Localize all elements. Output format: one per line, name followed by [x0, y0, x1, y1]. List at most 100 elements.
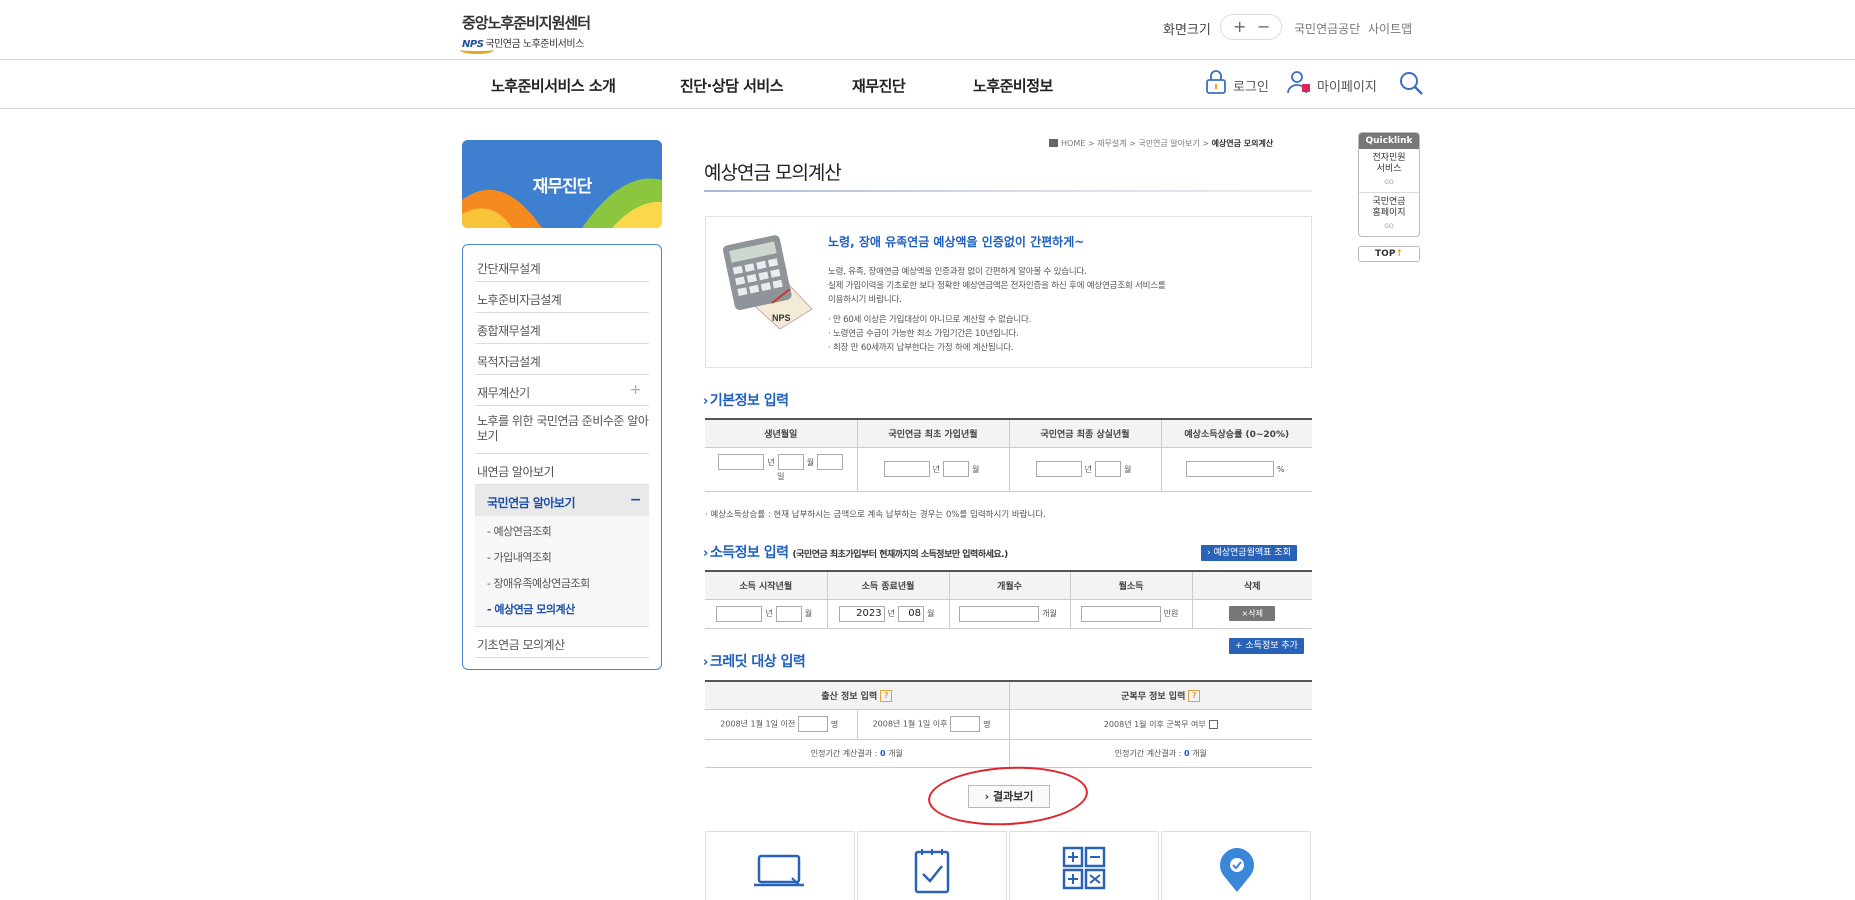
help-icon[interactable]: ?: [880, 690, 893, 702]
sitemap-link[interactable]: 사이트맵: [1368, 20, 1412, 37]
search-icon[interactable]: [1398, 70, 1424, 96]
checklist-icon: [914, 849, 950, 894]
income-start-month-input[interactable]: [775, 605, 802, 622]
lnb-item-retirement-fund[interactable]: 노후준비자금설계: [475, 282, 649, 313]
svg-text:NPS: NPS: [772, 313, 791, 323]
table-row: 년월 2023 년 08 월 개월 만원 ×삭제: [705, 598, 1312, 629]
last-loss-month-input[interactable]: [1095, 461, 1121, 477]
arrow-up-icon: ↑: [1395, 249, 1403, 259]
nps-link[interactable]: 국민연금공단: [1294, 20, 1360, 37]
basic-info-table: 생년월일 국민연금 최초 가입년월 국민연금 최종 상실년월 예상소득상승률 (…: [705, 418, 1312, 492]
monitor-icon: [754, 854, 804, 887]
quicklink-nps-home[interactable]: 국민연금 홈페이지 GO: [1359, 193, 1419, 236]
lnb-sub-disability-survivor[interactable]: - 장애유족예상연금조회: [487, 572, 649, 598]
left-nav: 간단재무설계 노후준비자금설계 종합재무설계 목적자금설계 재무계산기 + 노후를…: [462, 244, 662, 670]
th-first-join: 국민연금 최초 가입년월: [856, 419, 1010, 448]
intro-heading: 노령, 장애 유족연금 예상액을 인증없이 간편하게~: [828, 235, 1085, 249]
delete-row-button[interactable]: ×삭제: [1229, 606, 1276, 621]
lnb-sub-expected-pension[interactable]: - 예상연금조회: [487, 520, 649, 546]
lnb-item-pension-readiness[interactable]: 노후를 위한 국민연금 준비수준 알아보기: [475, 406, 649, 454]
breadcrumb: HOME > 재무설계 > 국민연금 알아보기 > 예상연금 모의계산: [1049, 138, 1273, 149]
global-nav: 노후준비서비스 소개 진단·상담 서비스 재무진단 노후준비정보 로그인 마이페…: [0, 61, 1855, 109]
calculator-icon: NPS: [722, 235, 813, 330]
card-location[interactable]: [1161, 831, 1311, 900]
lnb-item-my-pension[interactable]: 내연금 알아보기: [475, 454, 649, 485]
lnb-title: 재무진단: [532, 177, 593, 197]
chevron-right-icon: ›: [703, 655, 708, 670]
lnb-item-purpose-fund[interactable]: 목적자금설계: [475, 344, 649, 375]
th-income-start: 소득 시작년월: [705, 571, 828, 600]
zoom-control: + −: [1220, 14, 1282, 40]
lnb-sub-subscription-history[interactable]: - 가입내역조회: [487, 546, 649, 572]
th-monthly-income: 월소득: [1069, 571, 1193, 600]
location-pin-icon: [1220, 848, 1254, 892]
home-icon: [1049, 139, 1058, 147]
zoom-out-button[interactable]: −: [1257, 17, 1270, 37]
gnb-service-intro[interactable]: 노후준비서비스 소개: [491, 75, 616, 96]
birth-year-input[interactable]: [718, 454, 765, 470]
months-input[interactable]: [959, 605, 1040, 622]
mypage-link[interactable]: 마이페이지: [1317, 76, 1377, 95]
help-icon[interactable]: ?: [1188, 690, 1201, 702]
income-end-year-input[interactable]: 2023: [838, 605, 885, 622]
th-months: 개월수: [948, 571, 1071, 600]
th-military-credit: 군복무 정보 입력?: [1008, 681, 1313, 710]
lnb-submenu: - 예상연금조회 - 가입내역조회 - 장애유족예상연금조회 - 예상연금 모의…: [475, 516, 649, 627]
pension-table-button[interactable]: › 예상연금월액표 조회: [1201, 545, 1297, 561]
income-section-note: (국민연금 최초가입부터 현재까지의 소득정보만 입력하세요.): [792, 550, 1009, 560]
top-button[interactable]: TOP↑: [1358, 246, 1420, 262]
lnb-sub-simulation[interactable]: - 예상연금 모의계산: [487, 598, 649, 624]
intro-paragraph-1: 노령, 유족, 장애연금 예상액을 인증과정 없이 간편하게 알아볼 수 있습니…: [828, 267, 1166, 305]
quicklink-title: Quicklink: [1359, 133, 1419, 149]
lnb-item-comprehensive-plan[interactable]: 종합재무설계: [475, 313, 649, 344]
card-online[interactable]: [705, 831, 855, 900]
quicklink-e-civil[interactable]: 전자민원 서비스 GO: [1359, 149, 1419, 193]
gnb-retirement-info[interactable]: 노후준비정보: [973, 75, 1053, 96]
add-income-button[interactable]: + 소득정보 추가: [1229, 638, 1304, 654]
income-start-year-input[interactable]: [716, 605, 763, 622]
logo-swoosh-icon: [460, 46, 494, 54]
birth-month-input[interactable]: [777, 454, 804, 470]
lnb-title-banner: 재무진단: [462, 140, 662, 228]
birth-day-input[interactable]: [817, 454, 844, 470]
lnb-item-basic-pension[interactable]: 기초연금 모의계산: [475, 627, 649, 658]
gnb-consulting[interactable]: 진단·상담 서비스: [680, 75, 784, 96]
income-section-title: › 소득정보 입력 (국민연금 최초가입부터 현재까지의 소득정보만 입력하세요.): [703, 545, 1009, 561]
logo-subtitle: 국민연금 노후준비서비스: [485, 39, 584, 50]
top-label: TOP: [1375, 249, 1396, 259]
children-after-input[interactable]: [950, 716, 981, 732]
th-birthdate: 생년월일: [705, 419, 858, 448]
last-loss-year-input[interactable]: [1035, 461, 1082, 477]
monthly-income-input[interactable]: [1080, 605, 1161, 622]
card-calculator[interactable]: [1009, 831, 1159, 900]
chevron-right-icon: ›: [703, 546, 708, 561]
lnb-item-calculator[interactable]: 재무계산기 +: [475, 375, 649, 406]
lnb-item-national-pension[interactable]: 국민연금 알아보기 −: [475, 485, 649, 516]
title-divider: [704, 190, 1312, 192]
income-end-month-input[interactable]: 08: [898, 605, 924, 622]
first-join-month-input[interactable]: [943, 461, 969, 477]
th-birth-credit: 출산 정보 입력?: [705, 681, 1010, 710]
site-logo[interactable]: 중앙노후준비지원센터 NPS 국민연금 노후준비서비스: [460, 12, 591, 54]
expand-plus-icon: +: [629, 382, 642, 398]
calculator-grid-icon: [1062, 846, 1106, 890]
card-checklist[interactable]: [857, 831, 1007, 900]
service-cards: [705, 831, 1312, 900]
first-join-year-input[interactable]: [883, 461, 930, 477]
intro-box: NPS 노령, 장애 유족연금 예상액을 인증없이 간편하게~ 노령, 유족, …: [705, 216, 1312, 368]
income-growth-input[interactable]: [1185, 461, 1274, 477]
military-checkbox[interactable]: [1208, 719, 1218, 729]
children-before-input[interactable]: [797, 716, 828, 732]
chevron-right-icon: ›: [703, 394, 708, 409]
zoom-in-button[interactable]: +: [1233, 17, 1246, 37]
income-info-table: 소득 시작년월 소득 종료년월 개월수 월소득 삭제 년월 2023 년 08 월 개…: [705, 570, 1312, 629]
lnb-item-simple-plan[interactable]: 간단재무설계: [475, 251, 649, 282]
th-last-loss: 국민연금 최종 상실년월: [1008, 419, 1162, 448]
collapse-minus-icon: −: [629, 492, 642, 508]
intro-paragraph-2: · 만 60세 이상은 가입대상이 아니므로 계산할 수 없습니다. · 노령연…: [828, 315, 1032, 353]
quicklink-panel: Quicklink 전자민원 서비스 GO 국민연금 홈페이지 GO: [1358, 132, 1420, 237]
breadcrumb-current: 예상연금 모의계산: [1211, 139, 1274, 148]
login-link[interactable]: 로그인: [1233, 76, 1269, 95]
birth-credit-result: 인정기간 계산결과 : 0 개월: [705, 738, 1010, 768]
gnb-financial-diagnosis[interactable]: 재무진단: [852, 75, 906, 96]
